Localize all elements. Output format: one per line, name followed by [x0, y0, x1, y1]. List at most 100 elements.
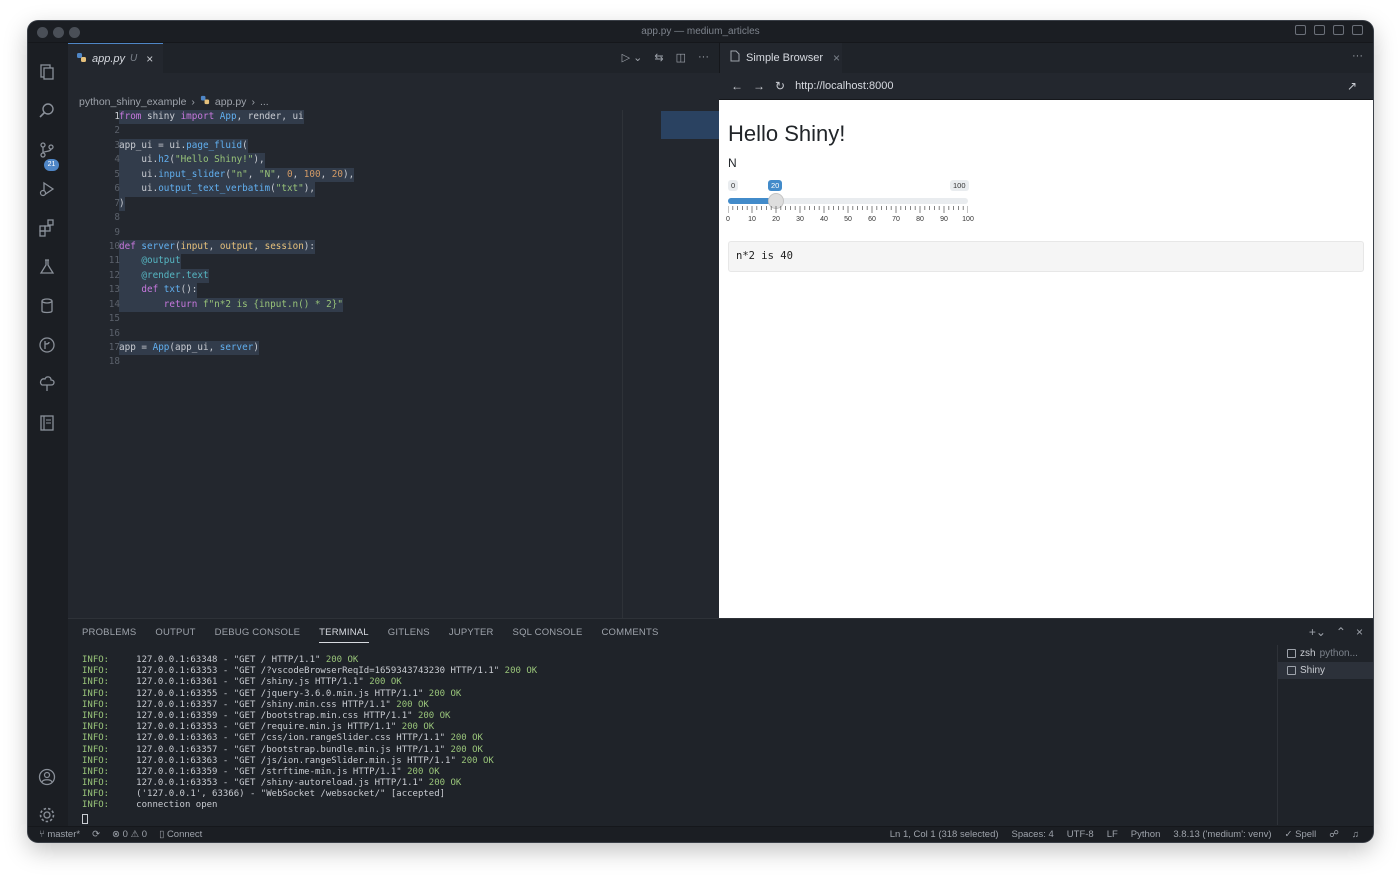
indentation[interactable]: Spaces: 4	[1012, 829, 1054, 840]
terminal-item-shiny[interactable]: Shiny	[1278, 662, 1373, 679]
feedback-icon[interactable]: ☍	[1329, 829, 1339, 840]
customize-layout-icon[interactable]	[1352, 25, 1363, 35]
close-tab-icon[interactable]: ×	[833, 51, 840, 65]
terminal-item-zsh[interactable]: zsh python...	[1278, 645, 1373, 662]
tab-app-py[interactable]: app.py U ×	[68, 43, 163, 73]
split-editor-icon[interactable]: ◫	[676, 51, 686, 64]
database-icon[interactable]	[37, 296, 57, 316]
panel-tab-jupyter[interactable]: JUPYTER	[449, 627, 494, 643]
code-line[interactable]: 16	[68, 327, 618, 341]
back-arrow-icon[interactable]: ←	[731, 79, 743, 93]
more-actions-icon[interactable]: ···	[698, 51, 709, 64]
testing-icon[interactable]	[37, 257, 57, 277]
panel-tabs: PROBLEMS OUTPUT DEBUG CONSOLE TERMINAL GITLE…	[82, 627, 659, 643]
code-line[interactable]: 12 @render.text	[68, 268, 618, 284]
cursor-position[interactable]: Ln 1, Col 1 (318 selected)	[890, 829, 999, 840]
forward-arrow-icon[interactable]: →	[753, 79, 765, 93]
code-line[interactable]: 13 def txt():	[68, 283, 618, 298]
code-line[interactable]: 8	[68, 211, 618, 225]
code-line[interactable]: 11 @output	[68, 254, 618, 269]
panel-tab-terminal[interactable]: TERMINAL	[319, 627, 369, 643]
log-status: 200 OK	[428, 688, 462, 699]
terminal-line: INFO: 127.0.0.1:63353 - "GET /shiny-auto…	[82, 778, 1262, 789]
log-text: connection open	[109, 800, 223, 811]
tab-simple-browser[interactable]: Simple Browser ×	[720, 43, 842, 73]
branch-status[interactable]: ⑂ master*	[39, 829, 80, 840]
notebook-icon[interactable]	[37, 413, 57, 433]
panel-tab-debug-console[interactable]: DEBUG CONSOLE	[215, 627, 300, 643]
git-graph-icon[interactable]	[37, 335, 57, 355]
sync-icon[interactable]: ⟳	[92, 829, 100, 840]
connect-status[interactable]: ▯ Connect	[159, 829, 202, 840]
search-icon[interactable]	[37, 101, 57, 121]
code-line[interactable]: 17 app = App(app_ui, server)	[68, 341, 618, 356]
url-input[interactable]: http://localhost:8000	[795, 80, 893, 92]
code-line[interactable]: 6 ui.output_text_verbatim("txt"),	[68, 182, 618, 197]
breadcrumb-file[interactable]: app.py	[215, 96, 247, 108]
files-icon[interactable]	[37, 62, 57, 82]
source-control-badge: 21	[44, 159, 59, 171]
code-line[interactable]: 10 def server(input, output, session):	[68, 239, 618, 255]
account-icon[interactable]	[37, 767, 57, 787]
panel-tab-sql-console[interactable]: SQL CONSOLE	[513, 627, 583, 643]
log-status: 200 OK	[450, 733, 483, 744]
slider-tick-label: 100	[962, 216, 974, 223]
new-terminal-icon[interactable]: +⌄	[1309, 625, 1326, 639]
code-line[interactable]: 3 app_ui = ui.page_fluid(	[68, 138, 618, 154]
encoding[interactable]: UTF-8	[1067, 829, 1094, 840]
panel-tab-problems[interactable]: PROBLEMS	[82, 627, 136, 643]
toggle-primary-sidebar-icon[interactable]	[1295, 25, 1306, 35]
line-text: def server(input, output, session):	[119, 239, 315, 255]
code-line[interactable]: 9	[68, 226, 618, 240]
language-mode[interactable]: Python	[1131, 829, 1161, 840]
status-bar: ⑂ master* ⟳ ⊗ 0 ⚠ 0 ▯ Connect Ln 1, Col …	[28, 826, 1373, 842]
code-line[interactable]: 1 from shiny import App, render, ui	[68, 110, 618, 125]
code-line[interactable]: 5 ui.input_slider("n", "N", 0, 100, 20),	[68, 167, 618, 183]
problems-status[interactable]: ⊗ 0 ⚠ 0	[112, 829, 147, 840]
code-line[interactable]: 18	[68, 355, 618, 369]
toggle-secondary-sidebar-icon[interactable]	[1333, 25, 1344, 35]
extensions-icon[interactable]	[37, 218, 57, 238]
run-debug-icon[interactable]	[37, 179, 57, 199]
panel-tab-comments[interactable]: COMMENTS	[602, 627, 659, 643]
python-interpreter[interactable]: 3.8.13 ('medium': venv)	[1173, 829, 1271, 840]
run-python-file-icon[interactable]: ▷ ⌄	[622, 51, 643, 64]
panel-tab-gitlens[interactable]: GITLENS	[388, 627, 430, 643]
notifications-bell-icon[interactable]: ♫	[1352, 829, 1359, 840]
log-status: 200 OK	[369, 677, 402, 688]
code-line[interactable]: 7)	[68, 196, 618, 212]
toggle-panel-icon[interactable]	[1314, 25, 1325, 35]
close-tab-icon[interactable]: ×	[146, 52, 153, 66]
line-ending[interactable]: LF	[1107, 829, 1118, 840]
reload-icon[interactable]: ↻	[775, 79, 785, 93]
log-text: 127.0.0.1:63359 - "GET /bootstrap.min.cs…	[109, 710, 418, 721]
bottom-panel: PROBLEMS OUTPUT DEBUG CONSOLE TERMINAL GITLE…	[68, 618, 1373, 828]
open-external-icon[interactable]: ↗	[1347, 79, 1357, 93]
spell-status[interactable]: ✓ Spell	[1285, 829, 1317, 840]
code-line[interactable]: 15	[68, 312, 618, 326]
line-number: 8	[114, 212, 120, 224]
terminal-output[interactable]: INFO: 127.0.0.1:63348 - "GET / HTTP/1.1"…	[82, 655, 1262, 827]
slider-tick-label: 10	[748, 216, 756, 223]
slider-max-label: 100	[950, 180, 969, 191]
settings-gear-icon[interactable]	[37, 805, 57, 825]
breadcrumb-more[interactable]: ...	[260, 96, 269, 108]
code-line[interactable]: 4 ui.h2("Hello Shiny!"),	[68, 153, 618, 168]
compare-changes-icon[interactable]: ⇆	[654, 51, 663, 64]
log-status: 200 OK	[461, 755, 494, 766]
source-control-icon[interactable]	[37, 140, 57, 160]
maximize-panel-icon[interactable]: ⌃	[1336, 625, 1346, 639]
code-line[interactable]: 14 return f"n*2 is {input.n() * 2}"	[68, 297, 618, 313]
log-level: INFO:	[82, 766, 110, 777]
code-line[interactable]: 2	[68, 124, 618, 138]
code-area[interactable]: 1 from shiny import App, render, ui 2 3 app_…	[68, 110, 618, 370]
tree-icon[interactable]	[37, 374, 57, 394]
log-status: 200 OK	[417, 710, 451, 721]
more-actions-icon[interactable]: ···	[1352, 50, 1363, 62]
breadcrumb-folder[interactable]: python_shiny_example	[79, 96, 186, 108]
slider-ticks	[728, 206, 968, 213]
python-file-icon	[76, 50, 87, 68]
panel-tab-output[interactable]: OUTPUT	[155, 627, 195, 643]
close-panel-icon[interactable]: ×	[1356, 625, 1363, 639]
log-text: 127.0.0.1:63363 - "GET /js/ion.rangeSlid…	[109, 755, 462, 766]
